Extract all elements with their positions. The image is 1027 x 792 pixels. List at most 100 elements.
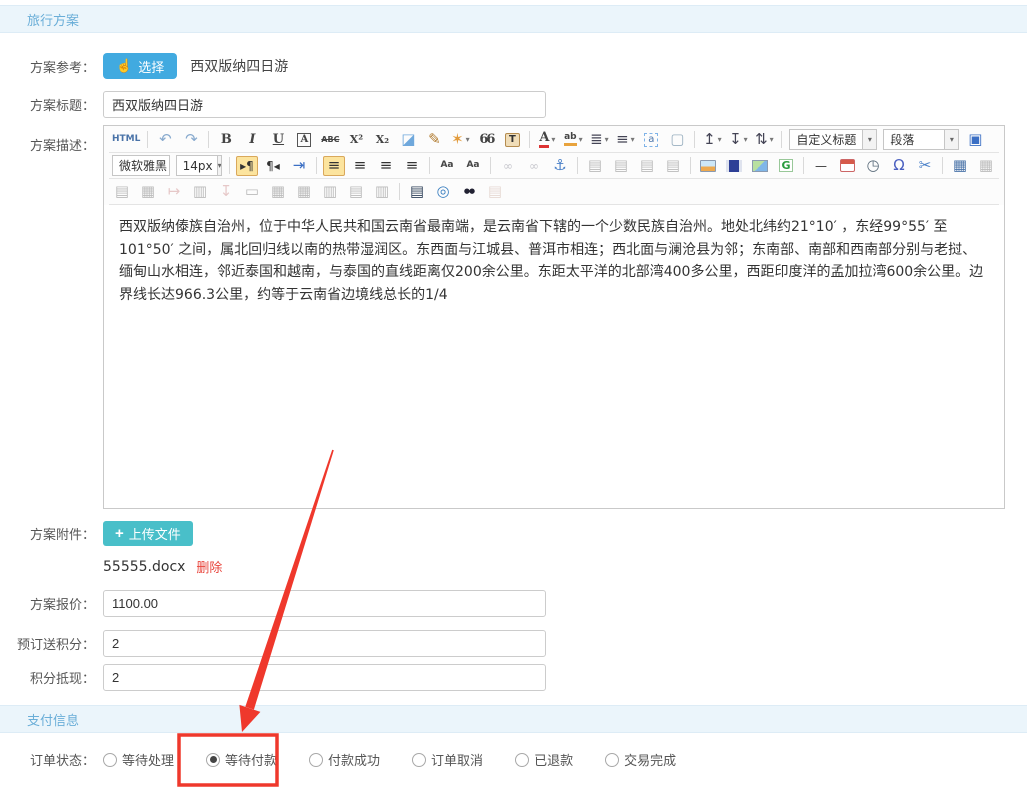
chevron-down-icon[interactable]: ▾ (631, 135, 635, 144)
booking-points-input[interactable] (103, 630, 546, 657)
plan-reference-value: 西双版纳四日游 (190, 56, 288, 76)
font-family-select-value: 微软雅黑 (113, 157, 170, 174)
preview-icon[interactable]: ◎ (432, 182, 454, 202)
radio-icon[interactable] (515, 753, 529, 767)
special-char-icon-glyph: Ω (893, 158, 904, 173)
chevron-down-icon[interactable]: ▾ (579, 135, 583, 144)
italic-icon[interactable]: I (241, 130, 263, 150)
anchor-inline-icon[interactable]: a (640, 130, 662, 150)
order-status-option-6[interactable]: 交易完成 (605, 750, 676, 769)
google-map-icon[interactable]: G (775, 156, 797, 176)
source-html-button[interactable]: HTML (111, 130, 141, 150)
plan-reference-row: 方案参考： ☝ 选择 西双版纳四日游 (0, 53, 1027, 79)
chevron-down-icon[interactable]: ▾ (466, 135, 470, 144)
section-header-travel-plan: 旅行方案 (0, 5, 1027, 33)
auto-typeset-icon[interactable]: ✶▾ (449, 130, 471, 150)
anchor-icon[interactable]: ⚓ (549, 156, 571, 176)
uppercase-icon-glyph: Aa (440, 161, 453, 170)
chevron-down-icon[interactable]: ▾ (944, 130, 958, 149)
plan-price-input[interactable] (103, 590, 546, 617)
order-status-option-1[interactable]: 等待处理 (103, 750, 174, 769)
radio-selected-icon[interactable] (206, 753, 220, 767)
custom-title-select[interactable]: 自定义标题▾ (789, 129, 877, 150)
order-status-option-4[interactable]: 订单取消 (412, 750, 483, 769)
para-before-spacing-icon[interactable]: ↥▾ (701, 130, 723, 150)
order-status-row: 订单状态： 等待处理等待付款付款成功订单取消已退款交易完成 (0, 750, 1027, 769)
line-spacing-icon[interactable]: ⇅▾ (753, 130, 775, 150)
subscript-icon[interactable]: X₂ (371, 130, 393, 150)
insert-video-icon[interactable] (723, 156, 745, 176)
radio-icon[interactable] (412, 753, 426, 767)
print-icon[interactable]: ▤ (406, 182, 428, 202)
chevron-down-icon[interactable]: ▾ (551, 135, 555, 144)
radio-icon[interactable] (103, 753, 117, 767)
align-center-icon-glyph: ≡ (354, 158, 367, 173)
new-document-icon[interactable]: ▢ (666, 130, 688, 150)
editor-content-area[interactable]: 西双版纳傣族自治州，位于中华人民共和国云南省最南端，是云南省下辖的一个少数民族自… (104, 205, 1004, 508)
delete-attachment-link[interactable]: 删除 (196, 557, 222, 576)
radio-icon[interactable] (309, 753, 323, 767)
remove-format-icon[interactable]: ◪ (397, 130, 419, 150)
chevron-down-icon[interactable]: ▾ (744, 135, 748, 144)
plan-title-input[interactable] (103, 91, 546, 118)
merge-cells-icon-glyph: ▭ (245, 184, 259, 199)
special-char-icon[interactable]: Ω (888, 156, 910, 176)
ordered-list-icon[interactable]: ≣▾ (588, 130, 610, 150)
points-deduction-input[interactable] (103, 664, 546, 691)
upload-file-button[interactable]: + 上传文件 (103, 521, 193, 546)
order-status-option-3[interactable]: 付款成功 (309, 750, 380, 769)
insert-image-icon[interactable] (697, 156, 719, 176)
indent-icon[interactable]: ⇥ (288, 156, 310, 176)
paragraph-select-value: 段落 (884, 131, 944, 148)
insert-map-icon[interactable] (749, 156, 771, 176)
find-replace-icon[interactable]: ●● (458, 182, 480, 202)
rtl-paragraph-icon[interactable]: ¶◂ (262, 156, 284, 176)
paragraph-select[interactable]: 段落▾ (883, 129, 959, 150)
superscript-icon-glyph: X² (350, 134, 363, 145)
fullscreen-icon[interactable]: ▣ (964, 130, 986, 150)
chevron-down-icon[interactable]: ▾ (217, 156, 222, 175)
undo-icon[interactable]: ↶ (154, 130, 176, 150)
insert-time-icon[interactable]: ◷ (862, 156, 884, 176)
char-border-icon-glyph: A (297, 133, 311, 147)
chevron-down-icon[interactable]: ▾ (718, 135, 722, 144)
font-color-icon[interactable]: A▾ (536, 130, 558, 150)
paste-plain-icon[interactable]: T (501, 130, 523, 150)
align-left-icon[interactable]: ≡ (323, 156, 345, 176)
booking-points-row: 预订送积分： (0, 630, 1027, 657)
order-status-option-2[interactable]: 等待付款 (206, 750, 277, 769)
insert-date-icon[interactable] (836, 156, 858, 176)
chevron-down-icon[interactable]: ▾ (605, 135, 609, 144)
highlight-color-icon[interactable]: ab▾ (562, 130, 584, 150)
anchor-icon-glyph: ⚓ (553, 158, 566, 173)
align-justify-icon[interactable]: ≡ (401, 156, 423, 176)
char-border-icon[interactable]: A (293, 130, 315, 150)
order-status-option-5[interactable]: 已退款 (515, 750, 573, 769)
chevron-down-icon[interactable]: ▾ (770, 135, 774, 144)
font-family-select[interactable]: 微软雅黑▾ (112, 155, 170, 176)
image-align-right-icon-glyph: ▤ (666, 158, 680, 173)
ltr-paragraph-icon[interactable]: ▸¶ (236, 156, 258, 176)
insert-table-icon[interactable]: ▦ (949, 156, 971, 176)
undo-icon-glyph: ↶ (159, 132, 172, 147)
bold-icon[interactable]: B (215, 130, 237, 150)
redo-icon[interactable]: ↷ (180, 130, 202, 150)
select-reference-button[interactable]: ☝ 选择 (103, 53, 177, 79)
format-painter-icon[interactable]: ✎ (423, 130, 445, 150)
align-right-icon[interactable]: ≡ (375, 156, 397, 176)
horizontal-rule-icon[interactable]: — (810, 156, 832, 176)
font-size-select[interactable]: 14px▾ (176, 155, 222, 176)
screenshot-icon-glyph: ✂ (919, 158, 932, 173)
strikethrough-icon[interactable]: ABC (319, 130, 341, 150)
uppercase-icon[interactable]: Aa (436, 156, 458, 176)
align-center-icon[interactable]: ≡ (349, 156, 371, 176)
unordered-list-icon[interactable]: ≡▾ (614, 130, 636, 150)
radio-icon[interactable] (605, 753, 619, 767)
chevron-down-icon[interactable]: ▾ (862, 130, 876, 149)
para-after-spacing-icon[interactable]: ↧▾ (727, 130, 749, 150)
blockquote-icon[interactable]: 66 (475, 130, 497, 150)
superscript-icon[interactable]: X² (345, 130, 367, 150)
underline-icon[interactable]: U (267, 130, 289, 150)
screenshot-icon[interactable]: ✂ (914, 156, 936, 176)
lowercase-icon[interactable]: Aa (462, 156, 484, 176)
